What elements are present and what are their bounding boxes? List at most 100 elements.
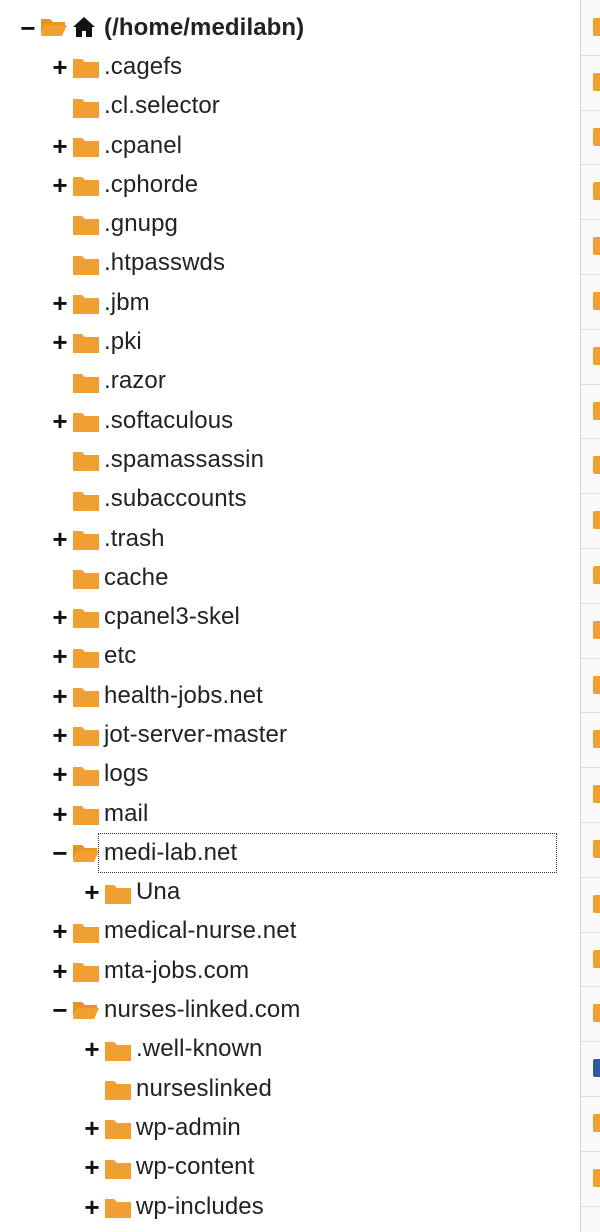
expand-toggle[interactable]: + (50, 329, 70, 355)
tree-item-label[interactable]: wp-content (136, 1153, 254, 1181)
tree-item-label[interactable]: etc (104, 642, 136, 670)
tree-item-label[interactable]: Una (136, 878, 180, 906)
tree-item[interactable]: + .jbm (0, 283, 580, 322)
tree-item[interactable]: + .cphorde (0, 165, 580, 204)
expand-toggle[interactable]: + (50, 801, 70, 827)
tree-item[interactable]: + .trash (0, 519, 580, 558)
tree-item-label[interactable]: .well-known (136, 1035, 262, 1063)
right-panel-row[interactable] (581, 822, 600, 878)
tree-root-row[interactable]: − (/home/medilabn) (0, 8, 580, 47)
tree-item[interactable]: + Una (0, 873, 580, 912)
tree-item[interactable]: + etc (0, 637, 580, 676)
expand-toggle[interactable]: + (82, 879, 102, 905)
right-panel-row[interactable] (581, 1096, 600, 1152)
right-panel-row[interactable] (581, 384, 600, 440)
tree-item[interactable]: .razor (0, 362, 580, 401)
expand-toggle[interactable]: + (50, 133, 70, 159)
expand-toggle[interactable]: + (50, 290, 70, 316)
expand-toggle[interactable]: + (82, 1194, 102, 1220)
expand-toggle[interactable]: + (50, 604, 70, 630)
tree-item[interactable]: + .softaculous (0, 401, 580, 440)
tree-item[interactable]: + cpanel3-skel (0, 597, 580, 636)
tree-item-label[interactable]: wp-includes (136, 1193, 264, 1221)
collapse-toggle[interactable]: − (18, 15, 38, 41)
tree-item-label[interactable]: cache (104, 564, 169, 592)
right-panel-row[interactable] (581, 548, 600, 604)
tree-item-label[interactable]: .trash (104, 525, 165, 553)
tree-item[interactable]: + .pki (0, 322, 580, 361)
tree-item[interactable]: − medi-lab.net (0, 833, 580, 874)
tree-item[interactable]: .cl.selector (0, 87, 580, 126)
tree-item[interactable]: cache (0, 558, 580, 597)
expand-toggle[interactable]: + (50, 918, 70, 944)
right-panel-row[interactable] (581, 767, 600, 823)
tree-item[interactable]: + wp-content (0, 1148, 580, 1187)
expand-toggle[interactable]: + (50, 643, 70, 669)
tree-item-label[interactable]: wp-admin (136, 1114, 241, 1142)
tree-item[interactable]: .spamassassin (0, 440, 580, 479)
expand-toggle[interactable]: + (82, 1154, 102, 1180)
tree-item[interactable]: + wp-includes (0, 1187, 580, 1226)
expand-toggle[interactable]: + (50, 526, 70, 552)
tree-item[interactable]: + medical-nurse.net (0, 912, 580, 951)
tree-item[interactable]: − nurses-linked.com (0, 990, 580, 1029)
tree-item-label[interactable]: health-jobs.net (104, 682, 263, 710)
right-panel-row[interactable] (581, 0, 600, 56)
tree-item-label[interactable]: nurseslinked (136, 1075, 272, 1103)
right-panel-row[interactable] (581, 219, 600, 275)
tree-item-label[interactable]: .cphorde (104, 171, 198, 199)
tree-item[interactable]: + mta-jobs.com (0, 951, 580, 990)
expand-toggle[interactable]: + (50, 722, 70, 748)
tree-item[interactable]: + logs (0, 755, 580, 794)
expand-toggle[interactable]: + (50, 683, 70, 709)
tree-item-label[interactable]: medical-nurse.net (104, 917, 296, 945)
tree-item-label[interactable]: mail (104, 800, 148, 828)
right-panel-row[interactable] (581, 658, 600, 714)
tree-item-label[interactable]: .htpasswds (104, 249, 225, 277)
tree-item-label[interactable]: logs (104, 760, 148, 788)
tree-item[interactable]: + .cpanel (0, 126, 580, 165)
expand-toggle[interactable]: + (50, 172, 70, 198)
tree-item[interactable]: + mail (0, 794, 580, 833)
tree-item[interactable]: + wp-admin (0, 1108, 580, 1147)
right-panel-row[interactable] (581, 712, 600, 769)
tree-item-label[interactable]: mta-jobs.com (104, 957, 249, 985)
tree-item-label[interactable]: .cpanel (104, 132, 182, 160)
tree-item[interactable]: .gnupg (0, 204, 580, 243)
right-panel-row[interactable] (581, 603, 600, 659)
tree-item-label[interactable]: .cagefs (104, 53, 182, 81)
tree-item[interactable]: nurseslinked (0, 1069, 580, 1108)
right-panel-row[interactable] (581, 1041, 600, 1097)
right-panel-row[interactable] (581, 986, 600, 1043)
tree-item-label[interactable]: .pki (104, 328, 142, 356)
expand-toggle[interactable]: + (50, 54, 70, 80)
tree-item[interactable]: .htpasswds (0, 244, 580, 283)
tree-item-label[interactable]: .gnupg (104, 210, 178, 238)
collapse-toggle[interactable]: − (50, 997, 70, 1023)
tree-item-label[interactable]: .jbm (104, 289, 150, 317)
right-panel-row[interactable] (581, 493, 600, 549)
right-panel-row[interactable] (581, 877, 600, 933)
right-panel-row[interactable] (581, 438, 600, 495)
tree-item[interactable]: + health-jobs.net (0, 676, 580, 715)
tree-item[interactable]: + .cagefs (0, 47, 580, 86)
expand-toggle[interactable]: + (50, 958, 70, 984)
tree-item-label[interactable]: .cl.selector (104, 92, 220, 120)
right-panel-row[interactable] (581, 164, 600, 221)
tree-item-label[interactable]: .subaccounts (104, 485, 247, 513)
tree-item[interactable]: + .well-known (0, 1030, 580, 1069)
tree-item[interactable]: + jot-server-master (0, 715, 580, 754)
tree-item-label[interactable]: nurses-linked.com (104, 996, 300, 1024)
right-panel-row[interactable] (581, 110, 600, 166)
tree-item-label[interactable]: jot-server-master (104, 721, 287, 749)
right-panel-row[interactable] (581, 329, 600, 385)
right-panel-row[interactable] (581, 1151, 600, 1207)
collapse-toggle[interactable]: − (50, 840, 70, 866)
expand-toggle[interactable]: + (50, 408, 70, 434)
tree-item-label[interactable]: .razor (104, 367, 166, 395)
tree-item-label[interactable]: cpanel3-skel (104, 603, 240, 631)
tree-item[interactable]: .subaccounts (0, 480, 580, 519)
tree-root-label[interactable]: (/home/medilabn) (104, 14, 304, 42)
right-panel-row[interactable] (581, 274, 600, 330)
expand-toggle[interactable]: + (82, 1036, 102, 1062)
